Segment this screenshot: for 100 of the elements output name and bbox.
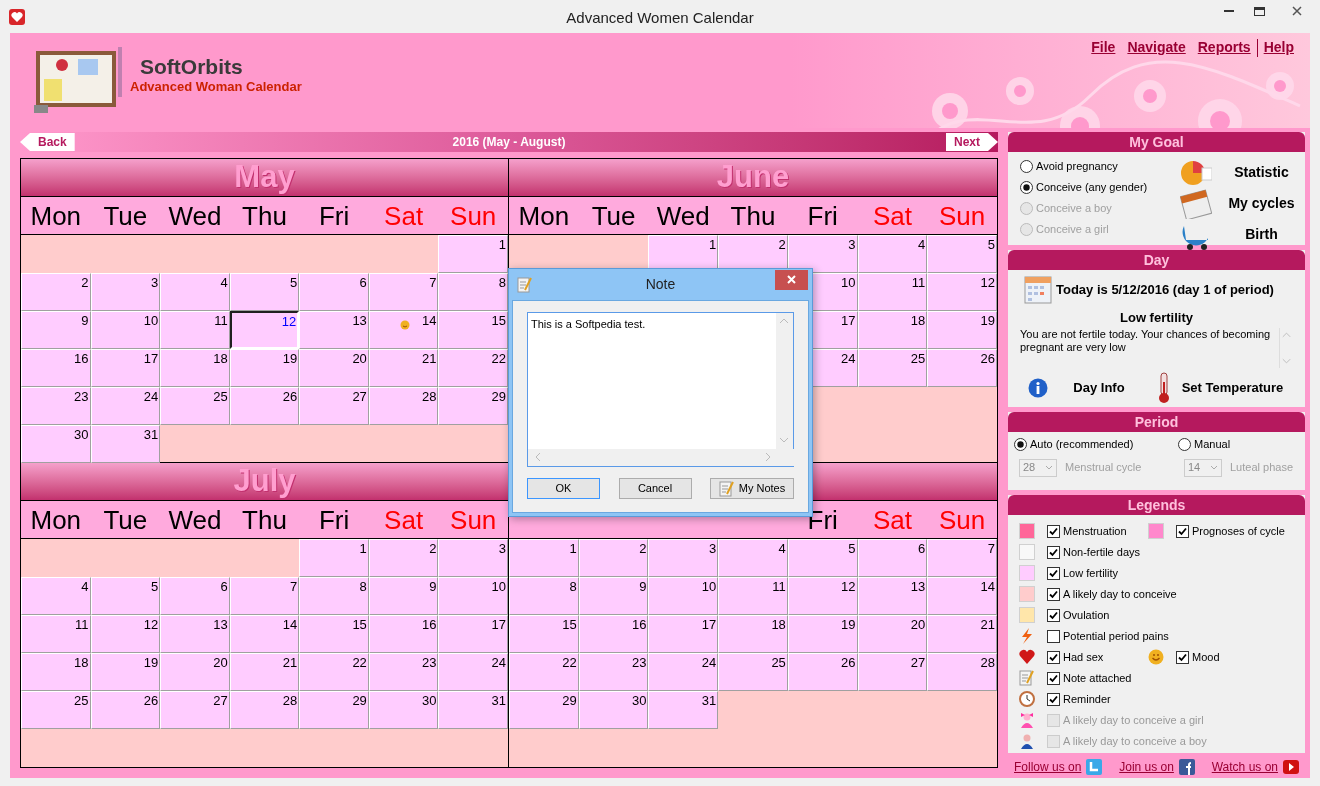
dialog-button[interactable]: My Notes	[710, 478, 794, 499]
checkbox[interactable]	[1047, 524, 1060, 538]
day-cell[interactable]: 11	[718, 577, 788, 615]
day-cell[interactable]: 28	[927, 653, 997, 691]
day-cell[interactable]: 19	[229, 349, 300, 387]
day-cell[interactable]: 4	[857, 235, 928, 273]
checkbox[interactable]	[1176, 650, 1189, 664]
scrollbar[interactable]	[528, 449, 796, 466]
day-cell[interactable]: 17	[438, 615, 508, 653]
day-cell[interactable]: 2	[21, 273, 91, 311]
radio-button[interactable]	[1020, 159, 1033, 173]
day-cell[interactable]: 15	[438, 311, 508, 349]
day-cell[interactable]: 5	[90, 577, 161, 615]
day-cell[interactable]: 13	[857, 577, 928, 615]
day-cell[interactable]: 9	[21, 311, 91, 349]
checkbox[interactable]	[1047, 650, 1060, 664]
close-button[interactable]	[775, 269, 808, 290]
day-cell[interactable]: 26	[927, 349, 997, 387]
day-cell[interactable]: 25	[160, 387, 230, 425]
day-cell[interactable]: 24	[648, 653, 719, 691]
day-cell[interactable]: 17	[90, 349, 161, 387]
checkbox[interactable]	[1047, 608, 1060, 622]
day-info-button[interactable]: Day Info	[1020, 377, 1150, 398]
day-cell[interactable]: 18	[160, 349, 230, 387]
day-cell[interactable]: 28	[368, 387, 439, 425]
day-cell[interactable]: 27	[857, 653, 928, 691]
social-link[interactable]: Join us on	[1119, 758, 1174, 776]
day-cell[interactable]: 13	[299, 311, 369, 349]
day-cell[interactable]: 1	[299, 539, 369, 577]
menu-item[interactable]: Reports	[1191, 37, 1257, 58]
day-cell[interactable]: 26	[229, 387, 300, 425]
day-cell[interactable]: 3	[438, 539, 508, 577]
day-cell[interactable]: 12	[927, 273, 997, 311]
scrollbar[interactable]	[776, 313, 793, 449]
day-cell[interactable]: 23	[21, 387, 91, 425]
day-cell[interactable]: 9	[578, 577, 649, 615]
social-link[interactable]: Follow us on	[1014, 758, 1082, 776]
note-field[interactable]: This is a Softpedia test.	[527, 312, 794, 467]
scrollbar[interactable]	[1279, 327, 1293, 368]
action-button[interactable]: Statistic	[1180, 157, 1305, 188]
day-cell[interactable]: 31	[90, 425, 161, 463]
day-cell[interactable]: 11	[21, 615, 91, 653]
day-cell[interactable]: 4	[160, 273, 230, 311]
set-temperature-button[interactable]: Set Temperature	[1156, 371, 1293, 404]
day-cell[interactable]: 9	[368, 577, 439, 615]
day-cell[interactable]: 4	[21, 577, 91, 615]
day-cell[interactable]: 5	[229, 273, 300, 311]
day-cell[interactable]: 25	[718, 653, 788, 691]
radio-button[interactable]	[1020, 180, 1033, 194]
day-cell[interactable]: 31	[648, 691, 719, 729]
day-cell[interactable]: 27	[299, 387, 369, 425]
day-cell[interactable]: 24	[90, 387, 161, 425]
day-cell[interactable]: 14	[368, 311, 439, 349]
day-cell[interactable]: 23	[368, 653, 439, 691]
dialog-button[interactable]: OK	[527, 478, 600, 499]
day-cell[interactable]: 5	[787, 539, 858, 577]
day-cell[interactable]: 17	[648, 615, 719, 653]
day-cell[interactable]: 8	[299, 577, 369, 615]
radio-button[interactable]	[1014, 437, 1027, 451]
day-cell[interactable]: 19	[787, 615, 858, 653]
social-link[interactable]: Watch us on	[1211, 758, 1278, 776]
day-cell[interactable]: 7	[229, 577, 300, 615]
day-cell[interactable]: 11	[160, 311, 230, 349]
day-cell[interactable]: 29	[299, 691, 369, 729]
day-cell[interactable]: 20	[299, 349, 369, 387]
day-cell[interactable]: 21	[927, 615, 997, 653]
day-cell[interactable]: 10	[438, 577, 508, 615]
day-cell[interactable]: 16	[578, 615, 649, 653]
day-cell[interactable]: 3	[90, 273, 161, 311]
day-cell[interactable]: 6	[160, 577, 230, 615]
day-cell[interactable]: 13	[160, 615, 230, 653]
day-cell[interactable]: 18	[21, 653, 91, 691]
action-button[interactable]: Birth	[1180, 219, 1305, 250]
checkbox[interactable]	[1047, 566, 1060, 580]
day-cell[interactable]: 19	[90, 653, 161, 691]
checkbox[interactable]	[1047, 587, 1060, 601]
day-cell[interactable]: 15	[509, 615, 579, 653]
day-cell[interactable]: 2	[368, 539, 439, 577]
day-cell[interactable]: 21	[229, 653, 300, 691]
day-cell[interactable]: 20	[160, 653, 230, 691]
day-cell[interactable]: 4	[718, 539, 788, 577]
back-button[interactable]: Back	[20, 133, 75, 151]
day-cell[interactable]: 30	[578, 691, 649, 729]
menu-item[interactable]: File	[1085, 37, 1122, 58]
day-cell[interactable]: 26	[90, 691, 161, 729]
day-cell[interactable]: 3	[787, 235, 858, 273]
next-button[interactable]: Next	[946, 133, 998, 151]
video-icon[interactable]	[1283, 759, 1299, 775]
day-cell[interactable]: 12	[229, 311, 300, 349]
day-cell[interactable]: 1	[438, 235, 508, 273]
day-cell[interactable]: 6	[857, 539, 928, 577]
day-cell[interactable]: 15	[299, 615, 369, 653]
day-cell[interactable]: 23	[578, 653, 649, 691]
day-cell[interactable]: 8	[509, 577, 579, 615]
checkbox[interactable]	[1176, 524, 1189, 538]
day-cell[interactable]: 12	[90, 615, 161, 653]
day-cell[interactable]: 16	[368, 615, 439, 653]
checkbox[interactable]	[1047, 692, 1060, 706]
day-cell[interactable]: 25	[21, 691, 91, 729]
menu-item[interactable]: Navigate	[1121, 37, 1192, 58]
